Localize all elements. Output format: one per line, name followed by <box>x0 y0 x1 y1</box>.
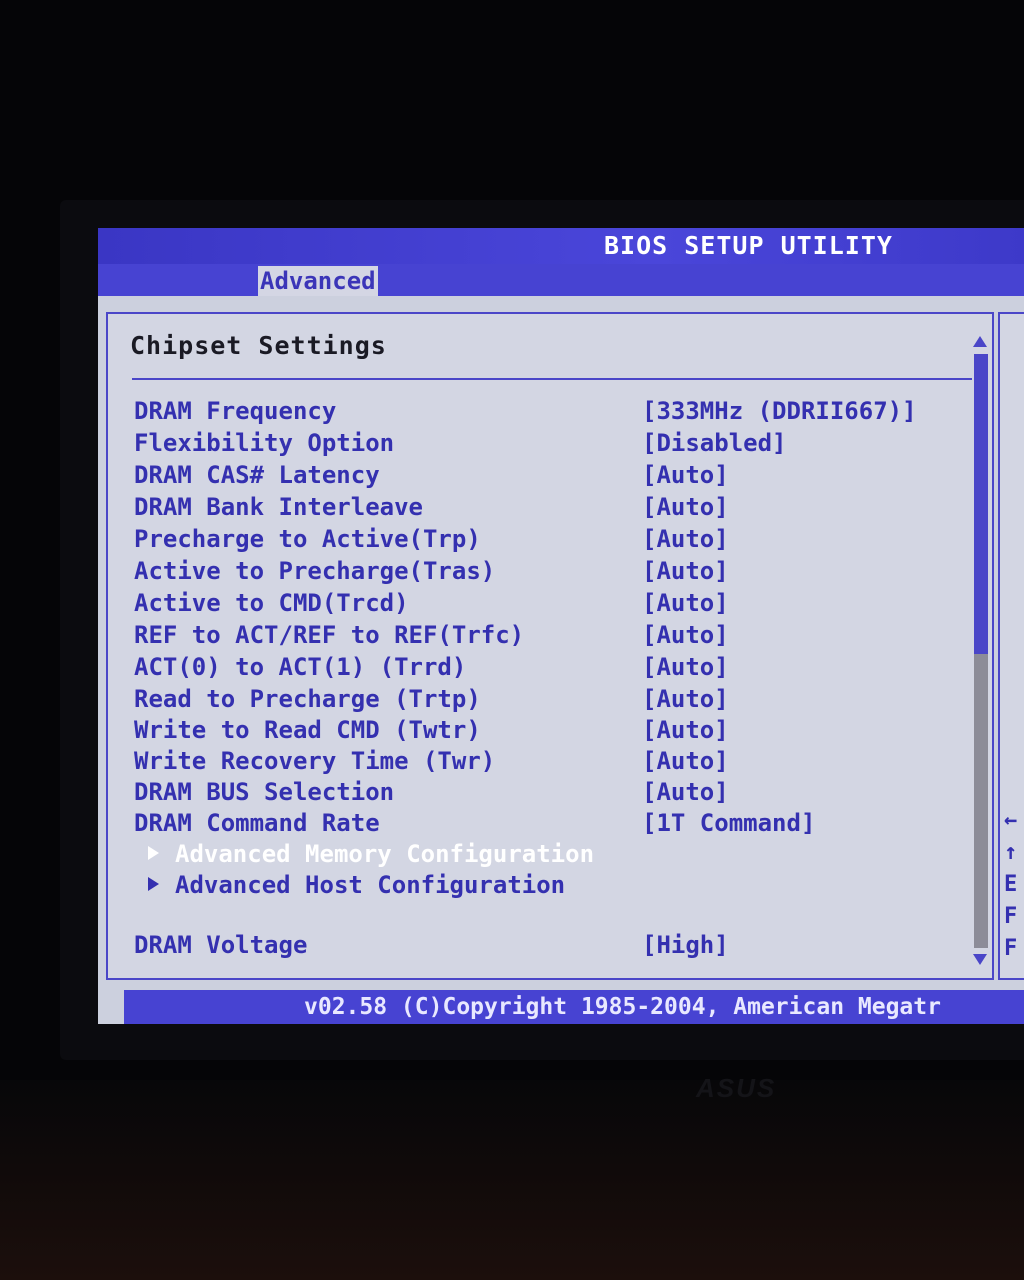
setting-value[interactable]: [Auto] <box>642 588 729 618</box>
setting-value[interactable]: [Auto] <box>642 715 729 745</box>
help-key-up-arrow: ↑ <box>1004 840 1018 865</box>
setting-label: Active to CMD(Trcd) <box>134 589 409 617</box>
scrollbar[interactable] <box>970 336 990 966</box>
setting-value[interactable]: [Disabled] <box>642 428 787 458</box>
tab-bar: Advanced <box>98 264 1024 296</box>
submenu-arrow-icon <box>148 846 159 860</box>
setting-value[interactable]: [Auto] <box>642 556 729 586</box>
setting-label: DRAM Voltage <box>134 931 308 959</box>
setting-label: ACT(0) to ACT(1) (Trrd) <box>134 653 467 681</box>
background-room <box>0 1080 1024 1280</box>
setting-value[interactable]: [Auto] <box>642 524 729 554</box>
submenu-advanced-host-configuration[interactable]: Advanced Host Configuration <box>134 870 974 900</box>
setting-label: REF to ACT/REF to REF(Trfc) <box>134 621 525 649</box>
setting-row-dram-frequency[interactable]: DRAM Frequency [333MHz (DDRII667)] <box>134 396 974 426</box>
setting-row-twr[interactable]: Write Recovery Time (Twr) [Auto] <box>134 746 974 776</box>
scroll-down-arrow-icon[interactable] <box>973 954 987 965</box>
setting-value[interactable]: [Auto] <box>642 460 729 490</box>
setting-label: Write Recovery Time (Twr) <box>134 747 496 775</box>
help-key-enter: E <box>1004 872 1018 897</box>
setting-value[interactable]: [1T Command] <box>642 808 815 838</box>
setting-row-twtr[interactable]: Write to Read CMD (Twtr) [Auto] <box>134 715 974 745</box>
submenu-label: Advanced Host Configuration <box>175 871 566 899</box>
window-title: BIOS SETUP UTILITY <box>604 231 893 260</box>
monitor-brand-logo: ASUS <box>696 1073 777 1103</box>
setting-row-dram-voltage[interactable]: DRAM Voltage [High] <box>134 930 974 960</box>
panel-title: Chipset Settings <box>130 331 387 360</box>
setting-row-trfc[interactable]: REF to ACT/REF to REF(Trfc) [Auto] <box>134 620 974 650</box>
setting-value[interactable]: [Auto] <box>642 684 729 714</box>
help-key-f9: F <box>1004 936 1018 961</box>
setting-label: Read to Precharge (Trtp) <box>134 685 481 713</box>
setting-value[interactable]: [High] <box>642 930 729 960</box>
setting-value[interactable]: [Auto] <box>642 620 729 650</box>
panel-divider <box>132 378 972 380</box>
scroll-thumb[interactable] <box>974 354 988 654</box>
setting-label: Active to Precharge(Tras) <box>134 557 496 585</box>
setting-row-bank-interleave[interactable]: DRAM Bank Interleave [Auto] <box>134 492 974 522</box>
bios-screen: BIOS SETUP UTILITY Advanced Chipset Sett… <box>98 228 1024 1024</box>
setting-row-trp[interactable]: Precharge to Active(Trp) [Auto] <box>134 524 974 554</box>
setting-label: DRAM CAS# Latency <box>134 461 380 489</box>
setting-label: Write to Read CMD (Twtr) <box>134 716 481 744</box>
setting-row-tras[interactable]: Active to Precharge(Tras) [Auto] <box>134 556 974 586</box>
setting-row-trtp[interactable]: Read to Precharge (Trtp) [Auto] <box>134 684 974 714</box>
copyright-text: v02.58 (C)Copyright 1985-2004, American … <box>304 994 941 1020</box>
setting-value[interactable]: [Auto] <box>642 777 729 807</box>
setting-value[interactable]: [333MHz (DDRII667)] <box>642 396 917 426</box>
setting-label: DRAM Command Rate <box>134 809 380 837</box>
setting-value[interactable]: [Auto] <box>642 652 729 682</box>
footer-bar: v02.58 (C)Copyright 1985-2004, American … <box>124 990 1024 1024</box>
setting-label: DRAM BUS Selection <box>134 778 395 806</box>
tab-advanced[interactable]: Advanced <box>258 266 378 296</box>
setting-label: Precharge to Active(Trp) <box>134 525 481 553</box>
setting-row-bus-selection[interactable]: DRAM BUS Selection [Auto] <box>134 777 974 807</box>
setting-row-cas-latency[interactable]: DRAM CAS# Latency [Auto] <box>134 460 974 490</box>
setting-row-trcd[interactable]: Active to CMD(Trcd) [Auto] <box>134 588 974 618</box>
submenu-arrow-icon <box>148 877 159 891</box>
setting-value[interactable]: [Auto] <box>642 746 729 776</box>
setting-row-flexibility-option[interactable]: Flexibility Option [Disabled] <box>134 428 974 458</box>
submenu-advanced-memory-configuration[interactable]: Advanced Memory Configuration <box>134 839 974 869</box>
help-panel: ← ↑ E F F <box>998 312 1024 980</box>
setting-value[interactable]: [Auto] <box>642 492 729 522</box>
help-key-left-arrow: ← <box>1004 808 1018 833</box>
setting-row-command-rate[interactable]: DRAM Command Rate [1T Command] <box>134 808 974 838</box>
setting-label: DRAM Bank Interleave <box>134 493 423 521</box>
setting-label: DRAM Frequency <box>134 397 337 425</box>
setting-row-trrd[interactable]: ACT(0) to ACT(1) (Trrd) [Auto] <box>134 652 974 682</box>
title-bar: BIOS SETUP UTILITY <box>98 228 1024 264</box>
settings-panel: Chipset Settings DRAM Frequency [333MHz … <box>106 312 994 980</box>
help-key-f1: F <box>1004 904 1018 929</box>
setting-label: Flexibility Option <box>134 429 395 457</box>
scroll-up-arrow-icon[interactable] <box>973 336 987 347</box>
submenu-label: Advanced Memory Configuration <box>175 840 595 868</box>
